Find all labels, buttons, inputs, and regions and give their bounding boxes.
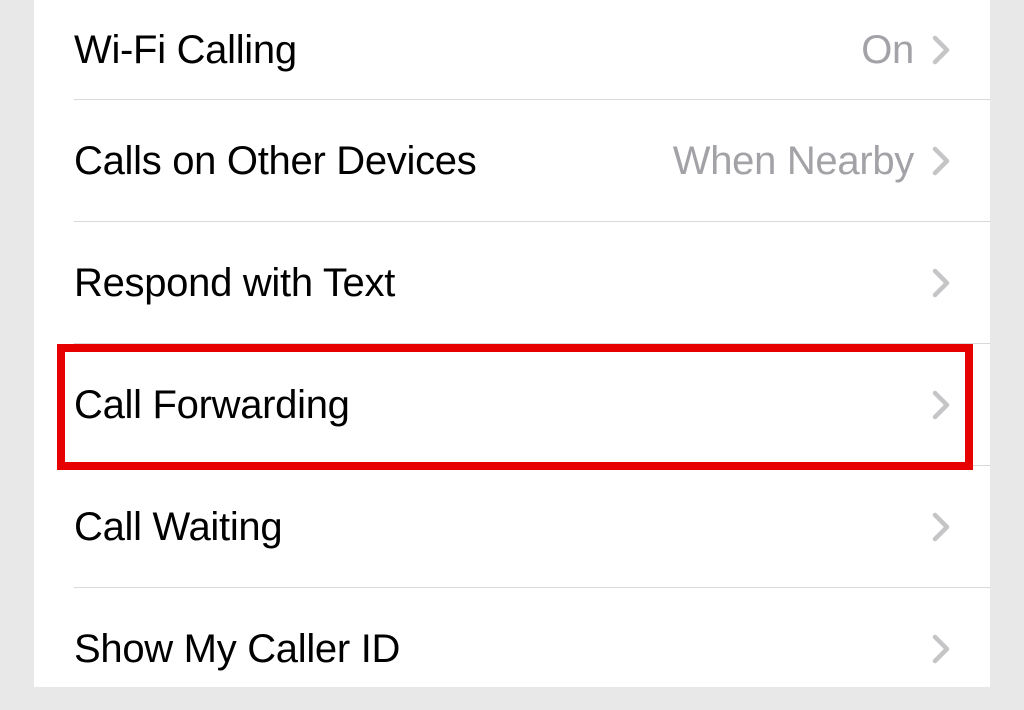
calls-other-devices-label: Calls on Other Devices — [74, 139, 673, 184]
show-caller-id-row[interactable]: Show My Caller ID — [34, 588, 990, 710]
chevron-right-icon — [932, 634, 950, 664]
call-waiting-label: Call Waiting — [74, 505, 914, 550]
chevron-right-icon — [932, 268, 950, 298]
call-forwarding-row[interactable]: Call Forwarding — [34, 344, 990, 466]
respond-with-text-label: Respond with Text — [74, 261, 914, 306]
chevron-right-icon — [932, 146, 950, 176]
calls-other-devices-row[interactable]: Calls on Other Devices When Nearby — [34, 100, 990, 222]
wifi-calling-label: Wi-Fi Calling — [74, 28, 861, 73]
chevron-right-icon — [932, 512, 950, 542]
settings-panel: Wi-Fi Calling On Calls on Other Devices … — [34, 0, 990, 687]
respond-with-text-row[interactable]: Respond with Text — [34, 222, 990, 344]
call-forwarding-label: Call Forwarding — [74, 383, 914, 428]
wifi-calling-value: On — [861, 28, 914, 73]
calls-other-devices-value: When Nearby — [673, 139, 914, 184]
chevron-right-icon — [932, 35, 950, 65]
chevron-right-icon — [932, 390, 950, 420]
show-caller-id-label: Show My Caller ID — [74, 627, 914, 672]
wifi-calling-row[interactable]: Wi-Fi Calling On — [34, 0, 990, 100]
call-waiting-row[interactable]: Call Waiting — [34, 466, 990, 588]
settings-list: Wi-Fi Calling On Calls on Other Devices … — [34, 0, 990, 710]
